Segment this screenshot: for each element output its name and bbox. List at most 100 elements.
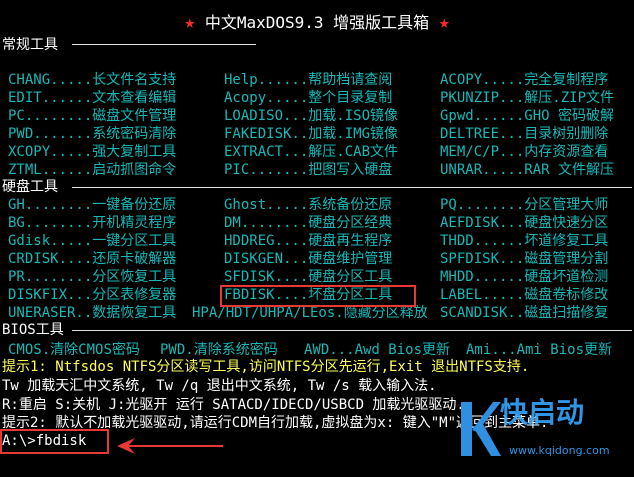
tool-command: AEFDISK... <box>440 215 525 231</box>
tool-description: 清除CMOS密码 <box>50 342 140 358</box>
tool-item[interactable]: MHDD......硬盘坏道检测 <box>440 268 608 286</box>
tool-description: 硬盘分区工具 <box>308 269 393 285</box>
tool-item[interactable]: HDDREG....硬盘再生程序 <box>224 232 392 250</box>
tool-command: SFDISK.... <box>224 269 309 285</box>
bios-tool-item[interactable]: CMOS.清除CMOS密码 <box>8 341 140 359</box>
bios-tool-item[interactable]: Ami...Ami Bios更新 <box>466 341 612 359</box>
tool-item[interactable]: EXTRACT...解压.CAB文件 <box>224 143 398 161</box>
tool-description: 数据恢复工具 <box>92 305 177 321</box>
dos-screen: ★ 中文MaxDOS9.3 增强版工具箱 ★ 常规工具 CHANG.....长文… <box>0 0 634 477</box>
tool-description: 完全复制程序 <box>524 72 609 88</box>
tool-item[interactable]: AEFDISK...硬盘快速分区 <box>440 214 608 232</box>
section-divider <box>72 330 632 331</box>
tool-command: Acopy..... <box>224 90 309 106</box>
section-general-tools: 常规工具 <box>2 37 58 53</box>
tool-description: 清除系统密码 <box>193 342 278 358</box>
tool-command: LABEL..... <box>440 287 525 303</box>
tool-item[interactable]: DM........硬盘分区经典 <box>224 214 392 232</box>
toolbox-title-text: 中文MaxDOS9.3 增强版工具箱 <box>204 13 430 32</box>
tool-description: Awd Bios更新 <box>354 342 451 358</box>
tool-command: SCANDISK.. <box>440 305 525 321</box>
tool-item[interactable]: SPFDISK...磁盘管理分割 <box>440 250 608 268</box>
tip-reboot-shutdown: R:重启 S:关机 J:光驱开 运行 SATACD/IDECD/USBCD 加载… <box>2 397 465 413</box>
tip-tw-chinese: Tw 加载天汇中文系统, Tw /q 退出中文系统, Tw /s 载入输入法. <box>2 378 437 394</box>
tool-item[interactable]: PQ........分区管理大师 <box>440 196 608 214</box>
arrow-left-icon <box>117 438 223 454</box>
tool-command: MHDD...... <box>440 269 525 285</box>
tool-command: PWD....... <box>8 126 93 142</box>
tool-command: MEM/C/P... <box>440 144 525 160</box>
tool-item[interactable]: Help......帮助档请查阅 <box>224 71 392 89</box>
tool-description: 分区表修复器 <box>92 287 177 303</box>
tool-item[interactable]: FAKEDISK..加载.IMG镜像 <box>224 125 398 143</box>
tool-description: 硬盘分区经典 <box>308 215 393 231</box>
tool-description: 分区恢复工具 <box>92 269 177 285</box>
tool-item[interactable]: UNRAR.....RAR 文件解压 <box>440 161 614 179</box>
tool-item[interactable]: UNERASER..数据恢复工具 <box>8 304 176 322</box>
tool-command: SPFDISK... <box>440 251 525 267</box>
tool-command: AWD... <box>304 342 355 358</box>
tool-item[interactable]: XCOPY.....强大复制工具 <box>8 143 176 161</box>
tool-description: 长文件名支持 <box>92 72 177 88</box>
tool-command: ZTML...... <box>8 162 93 178</box>
tool-item[interactable]: CHANG.....长文件名支持 <box>8 71 176 89</box>
tool-command: DISKFIX... <box>8 287 93 303</box>
tool-command: EXTRACT... <box>224 144 309 160</box>
tool-item[interactable]: Gdisk.....一键分区工具 <box>8 232 176 250</box>
tool-description: 启动抓图命令 <box>92 162 177 178</box>
tool-item[interactable]: PWD.......系统密码清除 <box>8 125 176 143</box>
tool-item[interactable]: LABEL.....磁盘卷标修改 <box>440 286 608 304</box>
tool-item[interactable]: DISKFIX...分区表修复器 <box>8 286 176 304</box>
tool-description: 硬盘再生程序 <box>308 233 393 249</box>
tool-description: 帮助档请查阅 <box>308 72 393 88</box>
bios-tool-item[interactable]: PWD.清除系统密码 <box>160 341 278 359</box>
tool-item[interactable]: Gpwd......GHO 密码破解 <box>440 107 614 125</box>
tool-command: THDD...... <box>440 233 525 249</box>
watermark-brand: 快启动 <box>500 396 585 429</box>
tool-description: 系统备份还原 <box>308 197 393 213</box>
tool-command: HPA/HDT/UHPA/LEos. <box>192 305 344 321</box>
tool-item[interactable]: Ghost.....系统备份还原 <box>224 196 392 214</box>
tool-description: 分区管理大师 <box>524 197 609 213</box>
tool-description: 硬盘维护管理 <box>308 251 393 267</box>
tool-description: 内存资源查看 <box>524 144 609 160</box>
tool-description: 磁盘文件管理 <box>92 108 177 124</box>
tool-item[interactable]: PC........磁盘文件管理 <box>8 107 176 125</box>
tool-description: 目录树别删除 <box>524 126 609 142</box>
tool-command: DM........ <box>224 215 309 231</box>
tool-item[interactable]: SFDISK....硬盘分区工具 <box>224 268 392 286</box>
tool-item[interactable]: LOADISO...加载.ISO镜像 <box>224 107 398 125</box>
tool-description: 隐藏分区释放 <box>343 305 428 321</box>
tool-item[interactable]: EDIT......文本查看编辑 <box>8 89 176 107</box>
tool-item[interactable]: SCANDISK..磁盘扫描修复 <box>440 304 608 322</box>
section-bios-tools: BIOS工具 <box>2 322 64 338</box>
tool-item[interactable]: CRDISK....还原卡破解器 <box>8 250 176 268</box>
tool-item[interactable]: PIC.......把图写入硬盘 <box>224 161 392 179</box>
kuaiqidong-logo-icon <box>461 402 501 456</box>
tool-item[interactable]: GH........一键备份还原 <box>8 196 176 214</box>
tool-item[interactable]: ZTML......启动抓图命令 <box>8 161 176 179</box>
tool-command: Gdisk..... <box>8 233 93 249</box>
tool-item[interactable]: ACOPY.....完全复制程序 <box>440 71 608 89</box>
tool-command: CRDISK.... <box>8 251 93 267</box>
tool-item[interactable]: MEM/C/P...内存资源查看 <box>440 143 608 161</box>
tool-item[interactable]: DISKGEN...硬盘维护管理 <box>224 250 392 268</box>
tool-command: ACOPY..... <box>440 72 525 88</box>
tool-item[interactable]: THDD......坏道修复工具 <box>440 232 608 250</box>
section-disk-tools: 硬盘工具 <box>2 179 58 195</box>
tool-item[interactable]: Acopy.....整个目录复制 <box>224 89 392 107</box>
toolbox-title: ★ 中文MaxDOS9.3 增强版工具箱 ★ <box>0 14 634 32</box>
tool-description: GHO 密码破解 <box>524 108 615 124</box>
tool-item[interactable]: PR........分区恢复工具 <box>8 268 176 286</box>
tool-item[interactable]: DELTREE...目录树别删除 <box>440 125 608 143</box>
bios-tool-item[interactable]: AWD...Awd Bios更新 <box>304 341 450 359</box>
tool-command: PIC....... <box>224 162 309 178</box>
tool-item[interactable]: BG........开机精灵程序 <box>8 214 176 232</box>
tool-description: 系统密码清除 <box>92 126 177 142</box>
tool-item[interactable]: PKUNZIP...解压.ZIP文件 <box>440 89 614 107</box>
tool-command: CMOS. <box>8 342 51 358</box>
tool-description: 解压.CAB文件 <box>308 144 399 160</box>
tool-command: UNERASER.. <box>8 305 93 321</box>
tool-command: PQ........ <box>440 197 525 213</box>
tool-command: Help...... <box>224 72 309 88</box>
